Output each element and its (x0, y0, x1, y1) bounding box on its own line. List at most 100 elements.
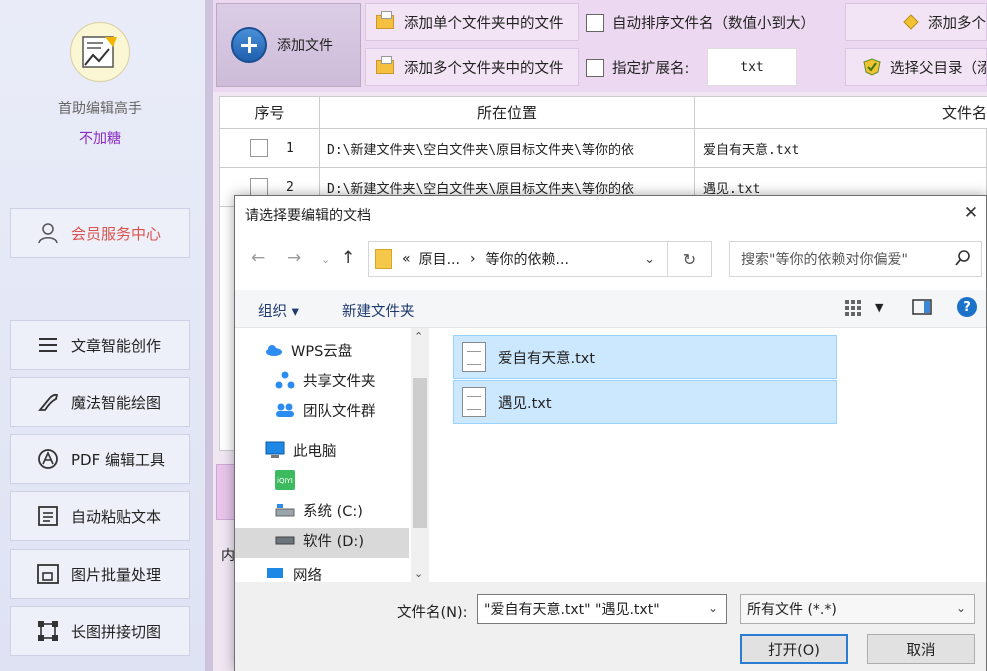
add-single-folder-button[interactable]: 添加单个文件夹中的文件 (365, 3, 579, 41)
row-checkbox[interactable] (250, 178, 268, 196)
view-grid-icon[interactable] (844, 299, 862, 321)
logo-chart-icon (82, 36, 117, 68)
text-file-icon (462, 342, 486, 372)
nav-scrollbar-thumb[interactable] (413, 378, 427, 528)
preview-pane-icon[interactable] (912, 299, 932, 319)
folder-icon (375, 249, 392, 269)
scroll-up-icon[interactable]: ⌃ (414, 330, 423, 343)
filetype-value: 所有文件 (*.*) (747, 602, 837, 618)
nav-item-network[interactable]: 网络 (265, 564, 322, 582)
help-icon[interactable]: ? (957, 297, 977, 317)
user-icon (37, 222, 59, 244)
choose-parent-button[interactable]: 选择父目录（添 (845, 48, 987, 86)
nav-item-drive-c[interactable]: 系统 (C:) (275, 496, 363, 524)
filetype-select[interactable]: 所有文件 (*.*) ⌄ (740, 594, 975, 624)
column-header-index[interactable]: 序号 (220, 97, 320, 129)
choose-parent-label: 选择父目录（添 (890, 60, 987, 77)
app-logo (70, 22, 130, 82)
chevron-down-icon[interactable]: ⌄ (708, 601, 718, 615)
nav-item-label: 系统 (C:) (303, 503, 363, 520)
refresh-icon[interactable]: ↻ (668, 241, 712, 277)
column-header-name[interactable]: 文件名 (695, 97, 987, 129)
sidebar-item-label: 图片批量处理 (71, 565, 162, 584)
folder-icon (376, 11, 394, 29)
diamond-icon (903, 14, 919, 30)
file-item[interactable]: 爱自有天意.txt (453, 335, 837, 379)
cloud-icon (265, 344, 283, 356)
nav-item-this-pc[interactable]: 此电脑 (265, 436, 337, 464)
dialog-title: 请选择要编辑的文档 (245, 208, 371, 224)
toolbar: 添加文件 添加单个文件夹中的文件 添加多个文件夹中的文件 自动排序文件名（数值小… (213, 0, 987, 92)
row-index: 2 (286, 179, 294, 195)
sidebar-item-article[interactable]: 文章智能创作 (10, 320, 190, 370)
nav-item-app[interactable]: iQIYI (275, 466, 303, 494)
extension-input[interactable]: txt (707, 48, 797, 86)
recent-chevron-icon[interactable]: ⌄ (321, 253, 330, 266)
auto-sort-checkbox[interactable]: 自动排序文件名（数值小到大） (586, 12, 815, 33)
back-arrow-icon[interactable]: ← (251, 248, 265, 268)
forward-arrow-icon[interactable]: → (287, 248, 301, 268)
row-checkbox[interactable] (250, 139, 268, 157)
nav-item-label: WPS云盘 (291, 343, 353, 360)
add-file-label: 添加文件 (277, 38, 333, 54)
sidebar-item-drawing[interactable]: 魔法智能绘图 (10, 377, 190, 427)
ext-checkbox[interactable]: 指定扩展名: (586, 57, 689, 78)
plus-icon (231, 27, 267, 63)
sidebar: 首助编辑高手 不加糖 会员服务中心 文章智能创作 魔法智能绘图 PDF 编辑工具… (0, 0, 205, 671)
view-menu-chevron-icon[interactable]: ▼ (875, 301, 883, 314)
sidebar-item-pdf[interactable]: PDF 编辑工具 (10, 434, 190, 484)
sidebar-item-label: PDF 编辑工具 (71, 450, 165, 469)
add-file-button[interactable]: 添加文件 (216, 3, 361, 87)
ext-label: 指定扩展名: (612, 61, 690, 77)
folder-icon (376, 56, 394, 74)
address-bar[interactable]: « 原目... › 等你的依赖... ⌄ (368, 241, 668, 277)
file-item[interactable]: 遇见.txt (453, 380, 837, 424)
nav-item-label: 网络 (293, 568, 322, 582)
add-multi-button[interactable]: 添加多个 (845, 3, 987, 41)
search-input[interactable]: 搜索"等你的依赖对你偏爱" (729, 241, 982, 277)
breadcrumb-item[interactable]: 等你的依赖... (486, 249, 569, 269)
table-row[interactable]: 1 D:\新建文件夹\空白文件夹\原目标文件夹\等你的依 爱自有天意.txt (220, 129, 987, 168)
breadcrumb-item[interactable]: 原目... (419, 249, 460, 269)
nav-item-team-files[interactable]: 团队文件群 (275, 396, 376, 424)
nav-item-wps-cloud[interactable]: WPS云盘 (265, 336, 352, 364)
sidebar-item-image[interactable]: 图片批量处理 (10, 549, 190, 599)
organize-button[interactable]: 组织 ▾ (258, 300, 299, 321)
search-placeholder: 搜索"等你的依赖对你偏爱" (741, 252, 908, 268)
drive-icon (275, 535, 295, 545)
cancel-button[interactable]: 取消 (867, 634, 975, 664)
row-path: D:\新建文件夹\空白文件夹\原目标文件夹\等你的依 (320, 129, 695, 167)
breadcrumb-separator: › (469, 251, 476, 267)
up-arrow-icon[interactable]: ↑ (341, 248, 355, 268)
new-folder-button[interactable]: 新建文件夹 (342, 300, 415, 321)
chevron-down-icon[interactable]: ⌄ (644, 252, 655, 267)
row-index-cell: 1 (220, 129, 320, 167)
nav-item-label: 共享文件夹 (303, 373, 376, 390)
content-label: 内 (221, 548, 235, 564)
column-header-path[interactable]: 所在位置 (320, 97, 695, 129)
sidebar-item-paste[interactable]: 自动粘贴文本 (10, 491, 190, 541)
nav-item-shared-folder[interactable]: 共享文件夹 (275, 366, 376, 394)
nav-item-label: 团队文件群 (303, 403, 376, 420)
search-icon (955, 250, 971, 270)
nav-item-drive-d[interactable]: 软件 (D:) (275, 526, 364, 554)
nav-item-label: 此电脑 (293, 443, 337, 460)
svg-text:iQIYI: iQIYI (277, 477, 293, 485)
sidebar-item-label: 文章智能创作 (71, 336, 162, 355)
chevron-down-icon: ⌄ (955, 601, 966, 615)
drive-icon (275, 503, 295, 517)
add-single-folder-label: 添加单个文件夹中的文件 (404, 15, 564, 32)
add-multi-folder-button[interactable]: 添加多个文件夹中的文件 (365, 48, 579, 86)
filename-input[interactable]: "爱自有天意.txt" "遇见.txt" ⌄ (477, 594, 727, 624)
checkbox-box (586, 58, 604, 77)
pdf-icon (37, 448, 59, 470)
open-button[interactable]: 打开(O) (740, 634, 848, 664)
paste-icon (37, 505, 59, 527)
app-icon: iQIYI (275, 470, 295, 490)
member-center-button[interactable]: 会员服务中心 (10, 208, 190, 258)
sidebar-item-label: 长图拼接切图 (71, 622, 162, 641)
sidebar-item-longimage[interactable]: 长图拼接切图 (10, 606, 190, 656)
sidebar-item-label: 魔法智能绘图 (71, 393, 162, 412)
close-icon[interactable]: ✕ (960, 202, 982, 224)
scroll-down-icon[interactable]: ⌄ (414, 567, 423, 580)
